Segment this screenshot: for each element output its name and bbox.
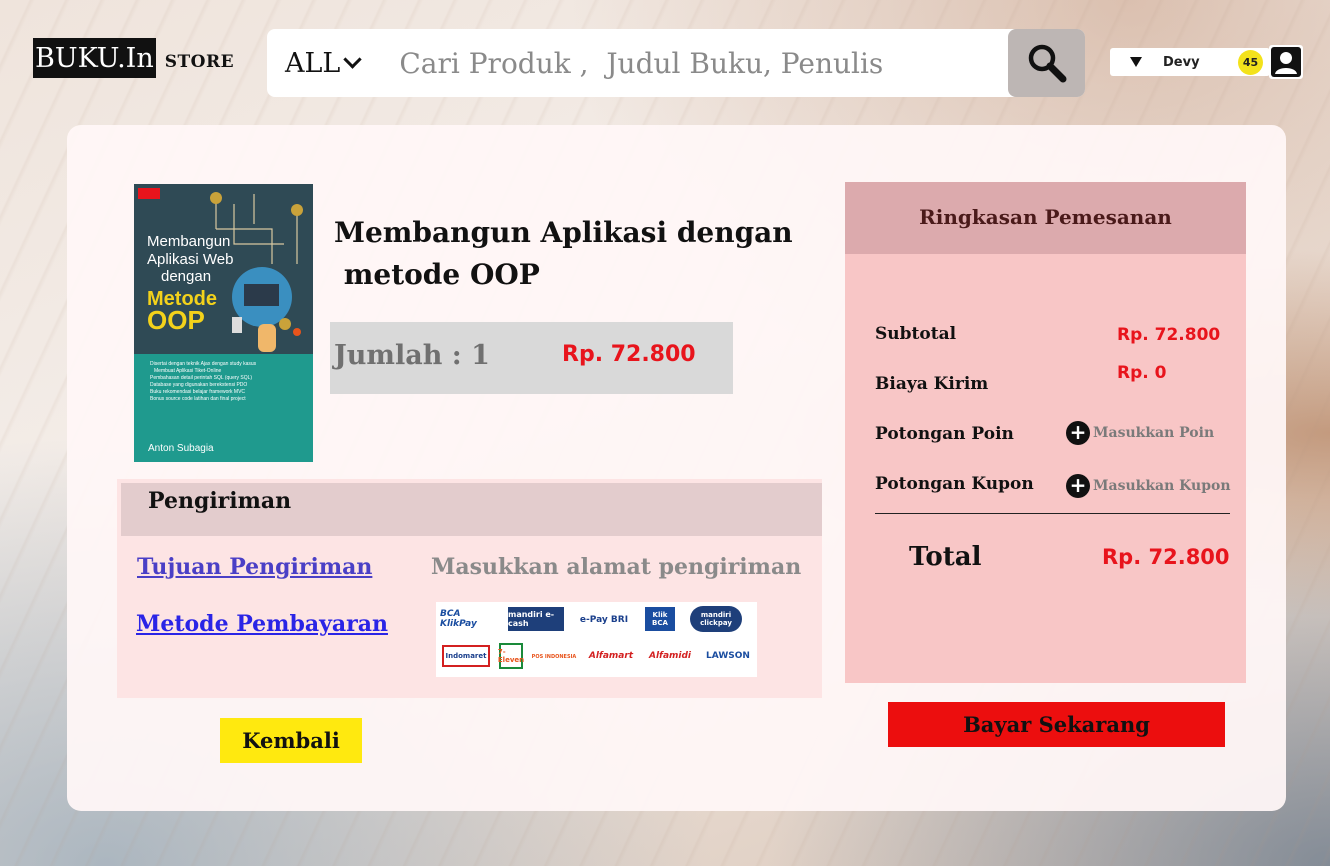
payment-logo-indomaret: Indomaret xyxy=(442,645,490,667)
order-summary-title: Ringkasan Pemesanan xyxy=(919,205,1172,229)
cover-bullet: Disertai dengan teknik Ajax dengan study… xyxy=(150,361,257,367)
shipping-panel: Pengiriman Tujuan Pengiriman Masukkan al… xyxy=(117,479,822,698)
payment-logo-klik-bca: Klik BCA xyxy=(645,607,675,631)
pay-now-button[interactable]: Bayar Sekarang xyxy=(888,702,1225,747)
payment-logo-mandiri-clickpay: mandiri clickpay xyxy=(690,606,742,632)
quantity-panel: Jumlah : 1 Rp. 72.800 xyxy=(330,322,733,394)
product-title: Membangun Aplikasi dengan metode OOP xyxy=(334,212,804,296)
coupon-discount-label: Potongan Kupon xyxy=(875,474,1034,494)
payment-logo-mandiri-ecash: mandiri e-cash xyxy=(508,607,564,631)
summary-divider xyxy=(875,513,1230,514)
shipping-address-placeholder[interactable]: Masukkan alamat pengiriman xyxy=(431,554,801,580)
total-value: Rp. 72.800 xyxy=(1102,545,1230,569)
user-icon xyxy=(1271,47,1301,77)
plus-icon: + xyxy=(1066,421,1090,445)
category-label: ALL xyxy=(285,47,341,79)
quantity-label: Jumlah : 1 xyxy=(334,340,490,371)
back-button[interactable]: Kembali xyxy=(220,718,362,763)
points-discount-label: Potongan Poin xyxy=(875,424,1014,444)
order-summary-panel: Ringkasan Pemesanan Subtotal Rp. 72.800 … xyxy=(845,182,1246,683)
subtotal-value: Rp. 72.800 xyxy=(1117,325,1221,345)
plus-icon: + xyxy=(1066,474,1090,498)
avatar[interactable] xyxy=(1269,45,1303,79)
shipping-cost-label: Biaya Kirim xyxy=(875,374,989,394)
cover-title-1: Membangun xyxy=(147,233,230,250)
payment-logo-lawson: LAWSON xyxy=(706,651,750,661)
order-summary-header: Ringkasan Pemesanan xyxy=(845,182,1246,254)
subtotal-label: Subtotal xyxy=(875,324,957,344)
payment-logo-pos-indonesia: POS INDONESIA xyxy=(531,654,577,660)
product-title-line1: Membangun Aplikasi dengan xyxy=(334,216,793,249)
shipping-cost-value: Rp. 0 xyxy=(1117,363,1167,383)
shipping-destination-link[interactable]: Tujuan Pengiriman xyxy=(137,554,372,580)
add-points-label: Masukkan Poin xyxy=(1093,425,1215,441)
cover-bullet: Bonus source code latihan dan final proj… xyxy=(150,396,246,402)
add-coupon-label: Masukkan Kupon xyxy=(1093,478,1231,494)
cover-author: Anton Subagia xyxy=(148,443,214,454)
total-label: Total xyxy=(909,542,982,572)
payment-logo-alfamart: Alfamart xyxy=(588,651,634,661)
add-coupon-button[interactable]: + Masukkan Kupon xyxy=(1066,474,1231,498)
product-price: Rp. 72.800 xyxy=(562,342,696,367)
payment-logo-seven-eleven: 7-Eleven xyxy=(498,643,524,669)
caret-down-icon xyxy=(1130,57,1142,67)
chevron-down-icon xyxy=(343,49,363,69)
add-points-button[interactable]: + Masukkan Poin xyxy=(1066,421,1214,445)
category-dropdown[interactable]: ALL xyxy=(285,47,363,79)
payment-method-link[interactable]: Metode Pembayaran xyxy=(136,611,388,637)
book-cover-image[interactable]: Membangun Aplikasi Web dengan Metode OOP… xyxy=(134,184,313,462)
logo-main: BUKU.In xyxy=(33,38,156,78)
points-badge: 45 xyxy=(1238,50,1263,75)
payment-logo-alfamidi: Alfamidi xyxy=(648,651,692,661)
shipping-title: Pengiriman xyxy=(148,488,292,514)
search-icon xyxy=(1028,44,1066,83)
search-input[interactable] xyxy=(399,46,990,80)
cover-title-5: OOP xyxy=(147,305,205,335)
site-logo[interactable]: BUKU.In STORE xyxy=(33,38,234,78)
cover-bullet: Buku rekomendasi belajar framework MVC xyxy=(150,389,245,395)
user-name: Devy xyxy=(1163,54,1200,70)
cover-bullet: Membuat Aplikasi Tiket-Online xyxy=(154,368,221,374)
logo-sub: STORE xyxy=(164,52,235,72)
search-bar: ALL xyxy=(267,29,1085,97)
search-button[interactable] xyxy=(1008,29,1085,97)
cover-title-3: dengan xyxy=(161,268,211,285)
payment-logo-bca-klikpay: BCA KlikPay xyxy=(440,609,477,629)
cover-bullet: Pembahasan detail perintah SQL (query SQ… xyxy=(150,375,252,381)
shipping-header: Pengiriman xyxy=(121,483,822,536)
payment-logos: BCA KlikPay mandiri e-cash e-Pay BRI Kli… xyxy=(436,602,757,677)
cover-title-2: Aplikasi Web xyxy=(147,251,233,268)
cover-bullet: Database yang digunakan berekstensi PDO xyxy=(150,382,247,388)
payment-logo-epay-bri: e-Pay BRI xyxy=(579,615,629,625)
product-title-line2: metode OOP xyxy=(334,258,540,291)
